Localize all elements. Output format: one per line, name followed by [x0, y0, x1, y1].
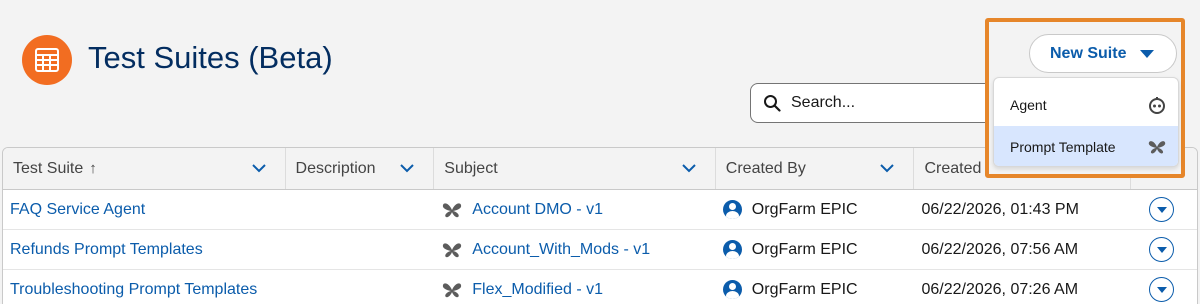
- created-by-cell: OrgFarm EPIC: [716, 190, 915, 229]
- test-suite-link[interactable]: FAQ Service Agent: [3, 190, 286, 229]
- chevron-down-icon[interactable]: [681, 160, 697, 176]
- caret-down-icon: [1140, 49, 1155, 58]
- created-date-cell: 06/22/2026, 01:43 PM: [921, 200, 1079, 218]
- table-row: FAQ Service Agent Account DMO - v1 OrgFa…: [3, 190, 1197, 230]
- subject-cell: Flex_Modified - v1: [434, 270, 716, 304]
- description-cell: [286, 190, 435, 229]
- butterfly-icon: [443, 242, 462, 257]
- user-avatar-icon: [722, 200, 742, 219]
- column-header-description[interactable]: Description: [286, 148, 435, 189]
- row-actions-button[interactable]: [1149, 197, 1175, 222]
- search-input[interactable]: [791, 94, 981, 112]
- test-suites-table-icon: [22, 35, 72, 85]
- row-action-cell: [1131, 190, 1197, 229]
- page-title: Test Suites (Beta): [88, 40, 333, 75]
- table-row: Troubleshooting Prompt Templates Flex_Mo…: [3, 270, 1197, 304]
- column-header-subject[interactable]: Subject: [434, 148, 716, 189]
- search-icon: [764, 95, 781, 112]
- butterfly-icon: [443, 202, 462, 217]
- subject-link[interactable]: Account_With_Mods - v1: [472, 241, 650, 259]
- highlight-box: New Suite Agent Prompt Template: [985, 18, 1185, 178]
- subject-cell: Account DMO - v1: [434, 190, 716, 229]
- new-suite-button[interactable]: New Suite: [1029, 34, 1177, 73]
- subject-cell: Account_With_Mods - v1: [434, 230, 716, 269]
- created-date-cell: 06/22/2026, 07:26 AM: [921, 280, 1079, 298]
- column-header-test-suite[interactable]: Test Suite ↑: [3, 148, 286, 189]
- table-row: Refunds Prompt Templates Account_With_Mo…: [3, 230, 1197, 270]
- butterfly-icon: [1148, 141, 1166, 154]
- column-header-created-by[interactable]: Created By: [716, 148, 915, 189]
- description-cell: [286, 270, 435, 304]
- subject-link[interactable]: Account DMO - v1: [472, 201, 603, 219]
- test-suite-link[interactable]: Refunds Prompt Templates: [3, 230, 286, 269]
- chevron-down-icon[interactable]: [251, 160, 267, 176]
- chevron-down-icon[interactable]: [399, 160, 415, 176]
- user-avatar-icon: [722, 240, 742, 259]
- menu-item-prompt-template[interactable]: Prompt Template: [994, 126, 1178, 166]
- chevron-down-icon[interactable]: [879, 160, 895, 176]
- row-actions-button[interactable]: [1149, 237, 1175, 262]
- menu-item-agent[interactable]: Agent: [994, 84, 1178, 126]
- test-suite-link[interactable]: Troubleshooting Prompt Templates: [3, 270, 286, 304]
- subject-link[interactable]: Flex_Modified - v1: [472, 281, 603, 299]
- user-avatar-icon: [722, 280, 742, 299]
- row-action-cell: [1131, 230, 1197, 269]
- created-by-cell: OrgFarm EPIC: [716, 270, 915, 304]
- chevron-down-icon: [1156, 246, 1167, 253]
- search-box[interactable]: [750, 83, 1010, 123]
- agent-icon: [1149, 97, 1165, 114]
- new-suite-menu: Agent Prompt Template: [993, 77, 1179, 167]
- chevron-down-icon: [1156, 206, 1167, 213]
- row-action-cell: [1131, 270, 1197, 304]
- row-actions-button[interactable]: [1149, 277, 1175, 302]
- created-by-cell: OrgFarm EPIC: [716, 230, 915, 269]
- chevron-down-icon: [1156, 286, 1167, 293]
- sort-ascending-icon: ↑: [89, 160, 97, 177]
- created-date-cell: 06/22/2026, 07:56 AM: [921, 240, 1079, 258]
- butterfly-icon: [443, 282, 462, 297]
- description-cell: [286, 230, 435, 269]
